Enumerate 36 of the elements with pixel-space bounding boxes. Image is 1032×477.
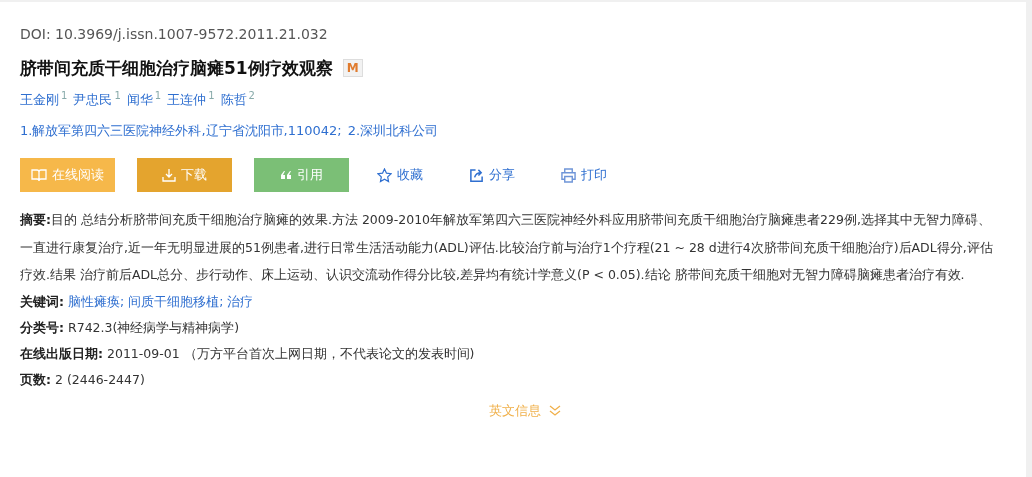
keyword-link[interactable]: 脑性瘫痪;: [68, 288, 125, 315]
affiliation-mark: 1: [154, 90, 162, 101]
affiliation-link[interactable]: 1.解放军第四六三医院神经外科,辽宁省沈阳市,110042;: [20, 122, 342, 141]
field-label: 在线出版日期:: [20, 344, 103, 363]
star-icon: [377, 167, 392, 183]
doi-text: DOI: 10.3969/j.issn.1007-9572.2011.21.032: [20, 25, 329, 44]
printer-icon: [561, 167, 576, 183]
keyword-link[interactable]: 间质干细胞移植;: [128, 288, 224, 315]
author-link[interactable]: 尹忠民: [73, 92, 113, 108]
chevron-down-icon[interactable]: [549, 405, 561, 418]
field-value: 2011-09-01 （万方平台首次上网日期，不代表论文的发表时间): [107, 344, 475, 363]
quote-icon: [280, 170, 292, 181]
keyword-link[interactable]: 治疗: [227, 288, 254, 315]
book-icon: [31, 168, 47, 183]
field-label: 分类号:: [20, 318, 64, 337]
field-value: 2 (2446-2447): [55, 370, 145, 389]
author-link[interactable]: 王金刚: [20, 92, 59, 108]
author-link[interactable]: 闻华: [126, 92, 153, 108]
share-icon: [469, 167, 484, 183]
author-link[interactable]: 王连仲: [167, 92, 207, 108]
keywords-label: 关键词:: [20, 292, 64, 311]
author-link[interactable]: 陈哲: [220, 92, 247, 108]
action-button[interactable]: 收藏: [371, 158, 429, 193]
download-icon: [162, 168, 176, 183]
action-button[interactable]: 分享: [463, 158, 521, 193]
field-label: 页数:: [20, 370, 51, 389]
format-badge[interactable]: M: [342, 59, 363, 77]
abstract-text: 摘要:目的 总结分析脐带间充质干细胞治疗脑瘫的效果.方法 2009-2010年解放军第四六三医院神经外科应用脐带间充质干细胞治疗脑瘫患者229例,选择其中无智力障碍、一直进行康复治疗,近一年无明显进展的51例患者,进行日常生活活动能力(ADL)评估.比较治疗前与治疗1个疗程(21 ~ 28 d进行4次脐带间充质干细胞治疗)后ADL得分,评估疗效.结果 治疗前后ADL总分、步行动作、床上运动、认识交流动作得分比较,差异均有统计学意义(P < 0.05).结论 脐带间充质干细胞对无智力障碍脑瘫患者治疗有效.: [20, 211, 994, 285]
field-value: R742.3(神经病学与精神病学): [68, 318, 240, 337]
action-button[interactable]: 打印: [555, 158, 613, 193]
affiliation-mark: 1: [208, 90, 215, 101]
article-title: 脐带间充质干细胞治疗脑瘫51例疗效观察: [20, 57, 333, 80]
affiliation-mark: 1: [61, 90, 68, 101]
affiliation-mark: 1: [114, 90, 121, 101]
affiliation-link[interactable]: 2.深圳北科公司: [347, 122, 439, 141]
affiliation-mark: 2: [248, 90, 255, 101]
